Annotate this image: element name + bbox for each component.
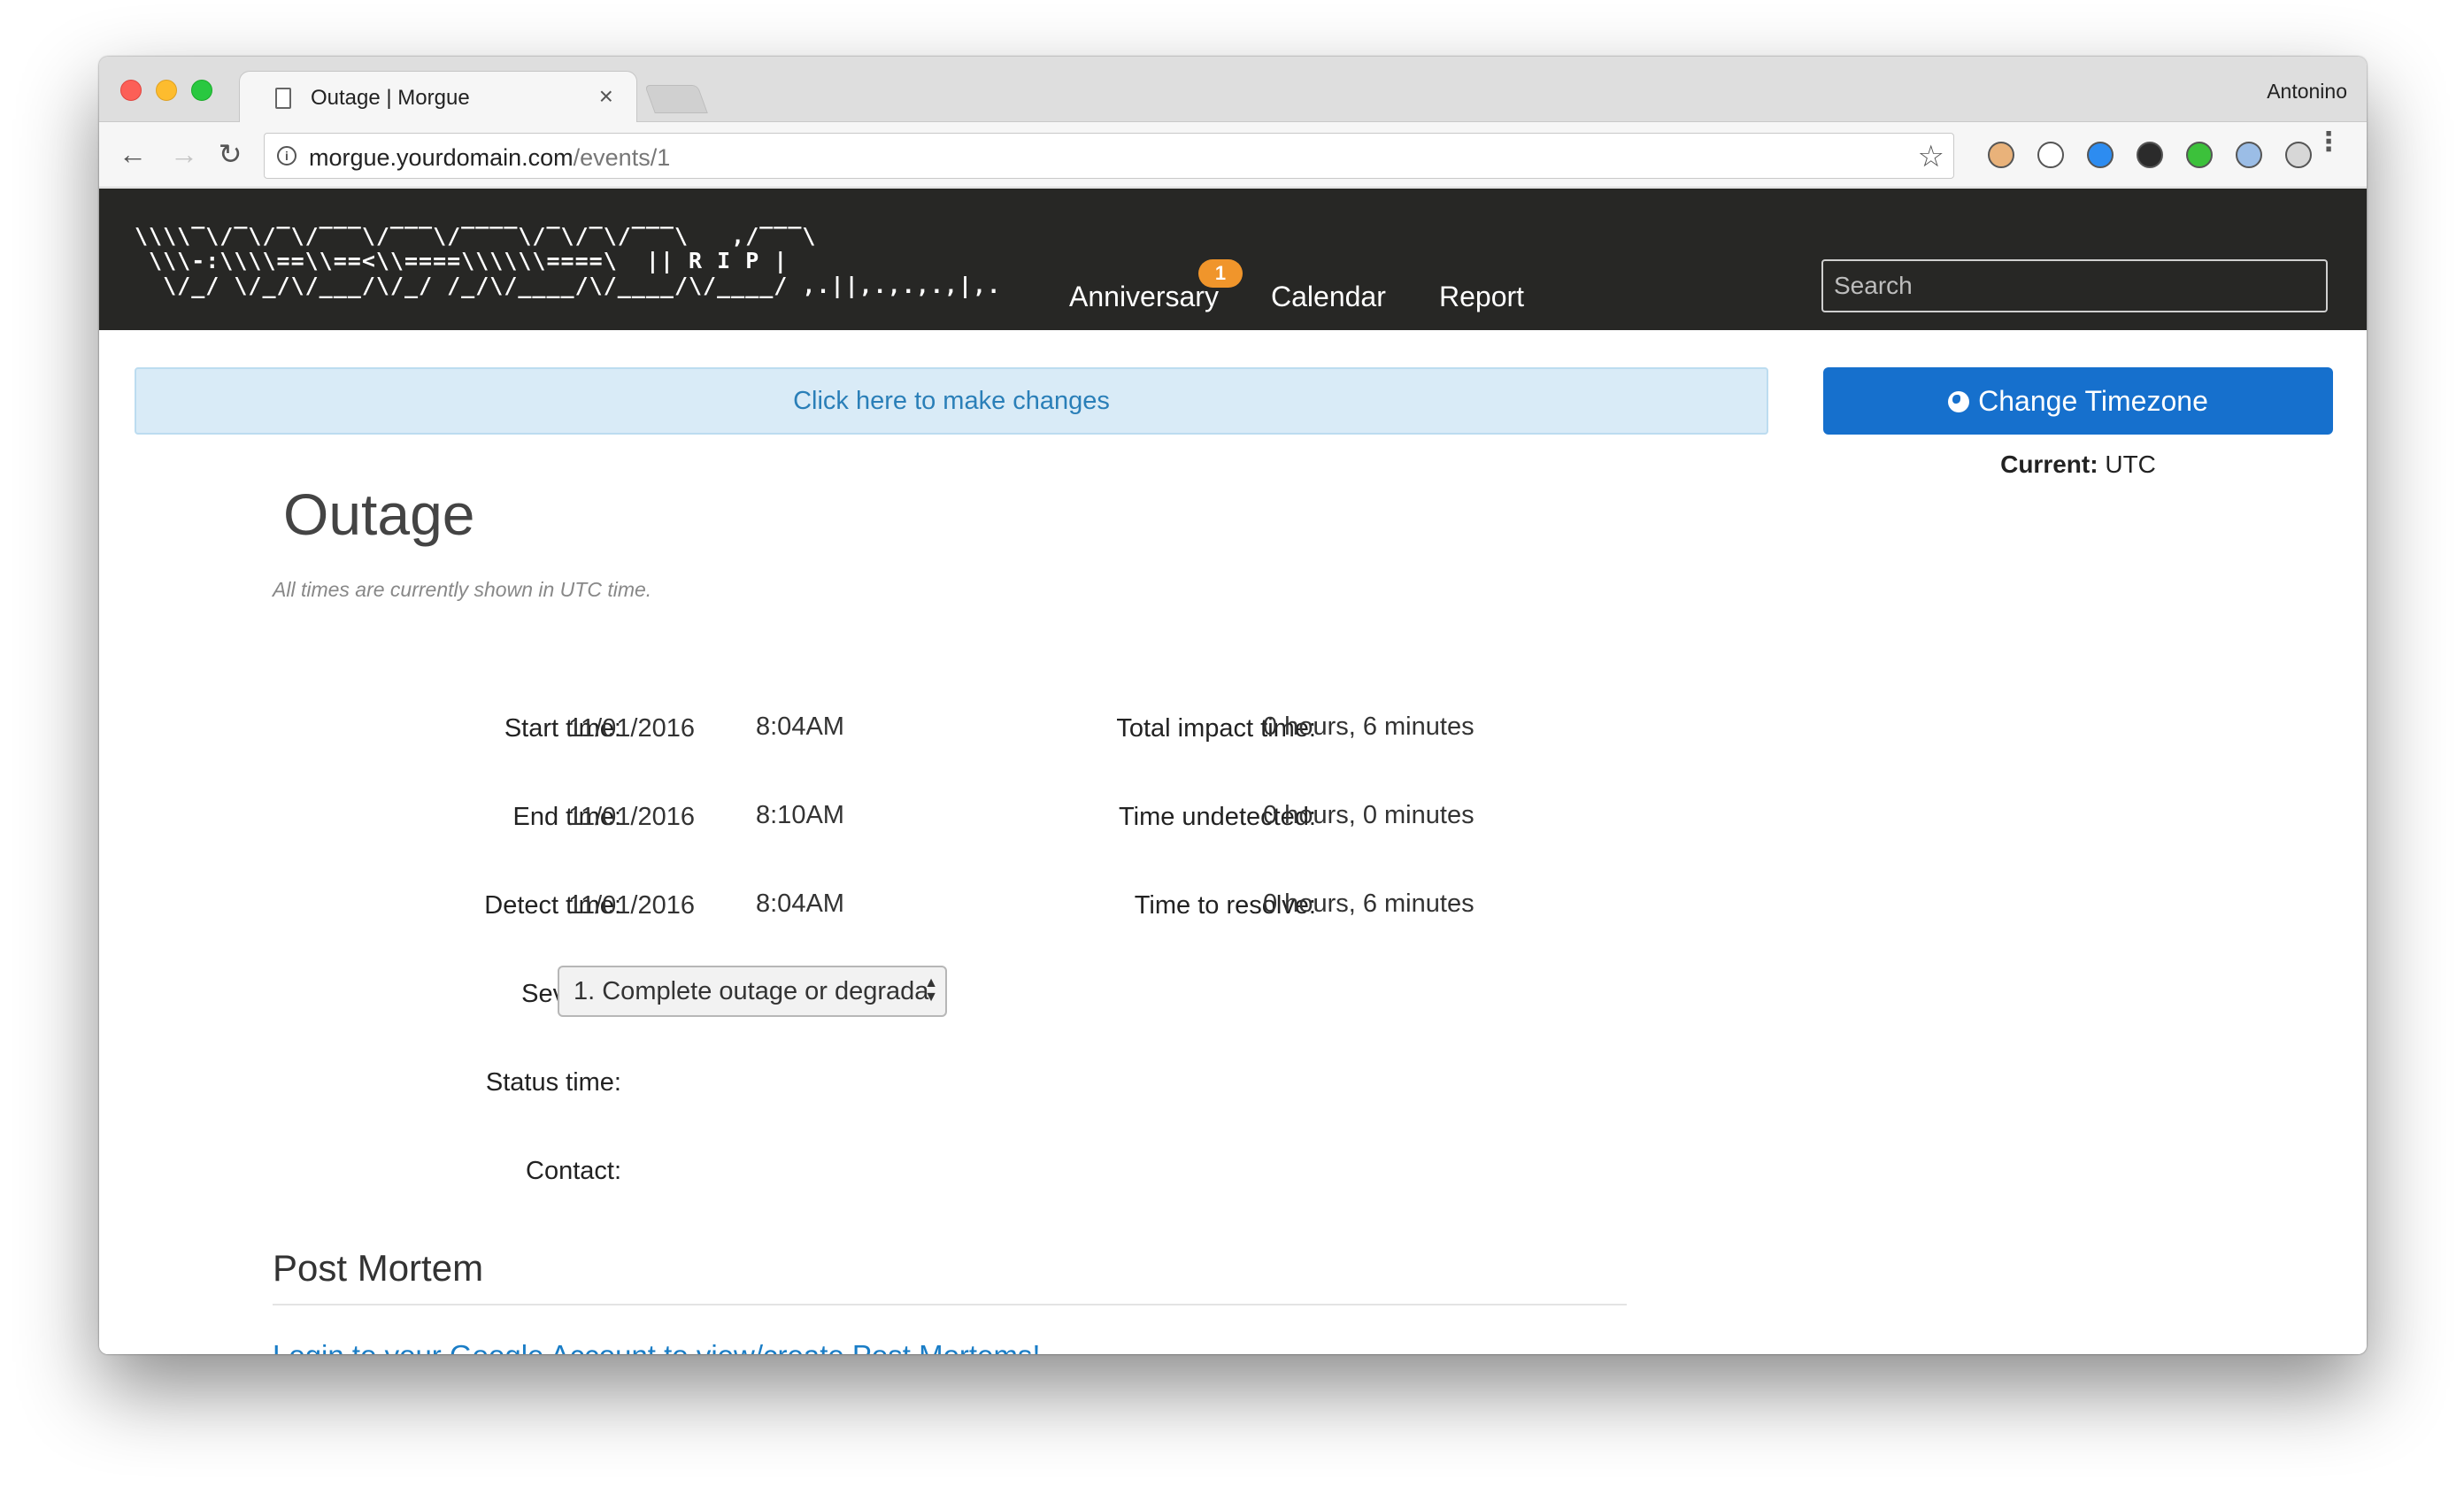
time-to-resolve-value: 0 hours, 6 minutes bbox=[1263, 889, 1475, 918]
change-timezone-button[interactable]: Change Timezone bbox=[1823, 367, 2333, 435]
ext-block-icon[interactable] bbox=[2037, 142, 2064, 168]
edit-mode-banner[interactable]: Click here to make changes bbox=[135, 367, 1768, 435]
browser-toolbar: ← → ↻ i morgue.yourdomain.com/events/1 ☆… bbox=[99, 122, 2367, 188]
ext-face-icon[interactable] bbox=[1988, 142, 2014, 168]
end-time-value[interactable]: 8:10AM bbox=[756, 801, 844, 830]
address-bar[interactable]: i morgue.yourdomain.com/events/1 ☆ bbox=[264, 133, 1954, 179]
profile-name[interactable]: Antonino bbox=[2267, 80, 2347, 104]
start-time-value[interactable]: 8:04AM bbox=[756, 712, 844, 742]
select-arrows-icon: ▲ ▼ bbox=[924, 975, 938, 1005]
ext-grid-icon[interactable] bbox=[2285, 142, 2312, 168]
google-login-link[interactable]: Login to your Google Account to view/cre… bbox=[273, 1339, 1041, 1354]
site-navbar: \\\\‾\/‾\/‾\/‾‾‾\/‾‾‾\/‾‾‾‾\/‾\/‾\/‾‾‾\ … bbox=[99, 189, 2367, 330]
ext-camera-icon[interactable] bbox=[2087, 142, 2114, 168]
zoom-window-button[interactable] bbox=[191, 80, 212, 101]
total-impact-value: 0 hours, 6 minutes bbox=[1263, 712, 1475, 741]
close-window-button[interactable] bbox=[120, 80, 142, 101]
post-mortem-divider bbox=[273, 1304, 1627, 1305]
ext-lens-icon[interactable] bbox=[2137, 142, 2163, 168]
reload-icon[interactable]: ↻ bbox=[214, 138, 246, 170]
ext-recycle-icon[interactable] bbox=[2186, 142, 2213, 168]
tab-close-icon[interactable]: × bbox=[599, 82, 613, 111]
post-mortem-heading: Post Mortem bbox=[273, 1247, 484, 1289]
status-time-label: Status time: bbox=[485, 1068, 621, 1097]
back-icon[interactable]: ← bbox=[117, 138, 149, 170]
document-icon bbox=[275, 88, 291, 109]
current-timezone-value: UTC bbox=[2105, 451, 2156, 478]
tab-title: Outage | Morgue bbox=[311, 86, 470, 110]
detect-time-value[interactable]: 8:04AM bbox=[756, 889, 844, 919]
severity-select[interactable]: 1. Complete outage or degrada ▲ ▼ bbox=[558, 966, 947, 1017]
event-title: Outage bbox=[283, 481, 475, 547]
browser-menu-icon[interactable]: ⋮ bbox=[2315, 129, 2342, 156]
ext-flag-icon[interactable] bbox=[2236, 142, 2262, 168]
time-undetected-value: 0 hours, 0 minutes bbox=[1263, 801, 1475, 829]
severity-select-value: 1. Complete outage or degrada bbox=[574, 977, 929, 1005]
tab-bar: Outage | Morgue × Antonino bbox=[99, 57, 2367, 124]
detect-date-value[interactable]: 11/01/2016 bbox=[568, 891, 695, 920]
globe-icon bbox=[1948, 391, 1970, 412]
end-date-value[interactable]: 11/01/2016 bbox=[568, 803, 695, 832]
morgue-logo[interactable]: \\\\‾\/‾\/‾\/‾‾‾\/‾‾‾\/‾‾‾‾\/‾\/‾\/‾‾‾\ … bbox=[135, 224, 1020, 309]
minimize-window-button[interactable] bbox=[156, 80, 177, 101]
contact-label: Contact: bbox=[526, 1157, 621, 1185]
anniversary-count-badge: 1 bbox=[1198, 259, 1243, 288]
url-text[interactable]: morgue.yourdomain.com/events/1 bbox=[309, 144, 670, 172]
forward-icon[interactable]: → bbox=[168, 138, 200, 170]
start-date-value[interactable]: 11/01/2016 bbox=[568, 714, 695, 743]
current-timezone: Current: UTC bbox=[1823, 451, 2333, 479]
new-tab-button[interactable] bbox=[644, 85, 708, 113]
nav-link-calendar[interactable]: Calendar bbox=[1271, 281, 1386, 313]
browser-tab-active[interactable]: Outage | Morgue × bbox=[239, 71, 637, 124]
current-timezone-label: Current: bbox=[2000, 451, 2098, 478]
info-icon[interactable]: i bbox=[277, 146, 296, 166]
nav-link-anniversary[interactable]: Anniversary bbox=[1069, 281, 1219, 313]
bookmark-star-icon[interactable]: ☆ bbox=[1918, 139, 1944, 174]
nav-link-report[interactable]: Report bbox=[1439, 281, 1524, 313]
timezone-note: All times are currently shown in UTC tim… bbox=[273, 578, 652, 601]
search-input[interactable] bbox=[1821, 259, 2328, 312]
page-content: \\\\‾\/‾\/‾\/‾‾‾\/‾‾‾\/‾‾‾‾\/‾\/‾\/‾‾‾\ … bbox=[99, 189, 2367, 1354]
browser-window: Outage | Morgue × Antonino ← → ↻ i morgu… bbox=[99, 57, 2367, 1354]
change-timezone-label: Change Timezone bbox=[1978, 385, 2208, 417]
